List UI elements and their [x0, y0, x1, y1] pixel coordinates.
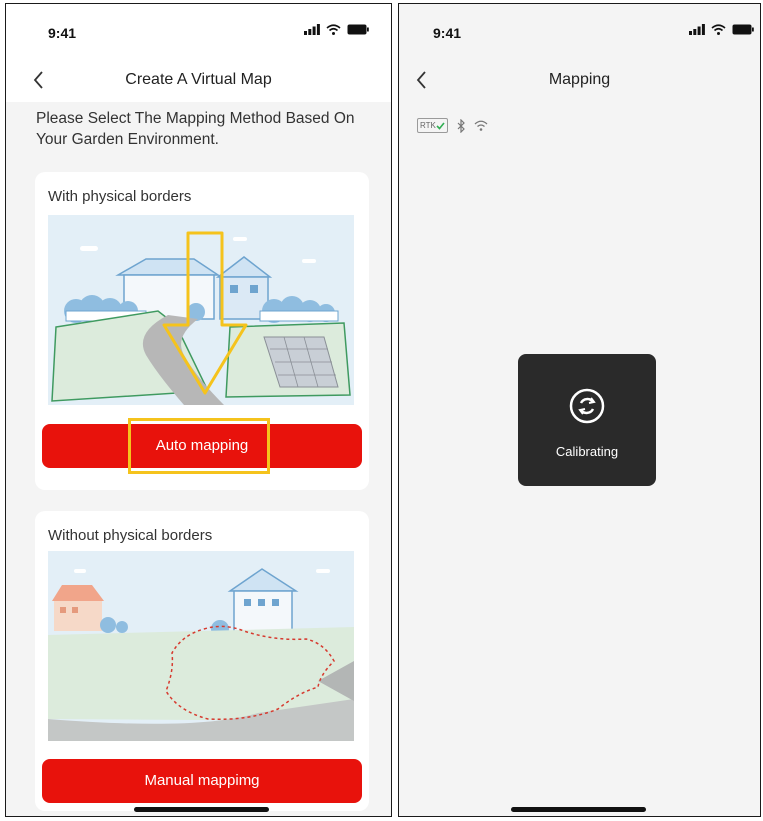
home-indicator	[511, 807, 646, 812]
status-icons	[304, 24, 369, 35]
page-title: Create A Virtual Map	[125, 71, 272, 88]
page-title: Mapping	[548, 71, 611, 88]
card-title: With physical borders	[48, 188, 192, 205]
instruction-text: Please Select The Mapping Method Based O…	[36, 110, 355, 148]
status-time: 9:41	[48, 25, 77, 41]
wifi-icon	[326, 24, 341, 35]
signal-icon	[304, 24, 320, 35]
left-phone-screen: 9:41 Create A Virtual Map Please Select …	[5, 3, 392, 817]
auto-mapping-highlight	[128, 418, 270, 474]
calibrate-icon	[569, 388, 605, 424]
right-phone-screen: 9:41 Mapping RTK Calibrating	[398, 3, 761, 817]
check-icon	[436, 121, 445, 130]
wifi-icon	[474, 120, 488, 131]
status-bar: 9:41	[6, 4, 391, 62]
status-time: 9:41	[433, 25, 462, 41]
card-title: Without physical borders	[48, 527, 213, 544]
calibrating-toast: Calibrating	[518, 354, 656, 486]
signal-icon	[689, 24, 705, 35]
battery-icon	[732, 24, 754, 35]
bluetooth-icon	[457, 118, 465, 133]
rtk-badge: RTK	[417, 118, 448, 133]
battery-icon	[347, 24, 369, 35]
status-bar: 9:41	[399, 4, 760, 62]
home-indicator	[134, 807, 269, 812]
status-icons	[689, 24, 754, 35]
garden-without-borders-illustration	[48, 551, 354, 741]
nav-bar: Mapping	[399, 62, 760, 102]
rtk-label: RTK	[420, 121, 436, 130]
nav-bar: Create A Virtual Map	[6, 62, 391, 102]
garden-with-borders-illustration	[48, 215, 354, 405]
auto-mapping-card: With physical borders Auto mapping	[35, 172, 369, 490]
wifi-icon	[711, 24, 726, 35]
toast-message: Calibrating	[555, 444, 619, 459]
connection-status: RTK	[417, 118, 488, 133]
manual-mapping-card: Without physical borders Manual mappimg	[35, 511, 369, 811]
manual-mapping-button[interactable]: Manual mappimg	[42, 759, 362, 803]
